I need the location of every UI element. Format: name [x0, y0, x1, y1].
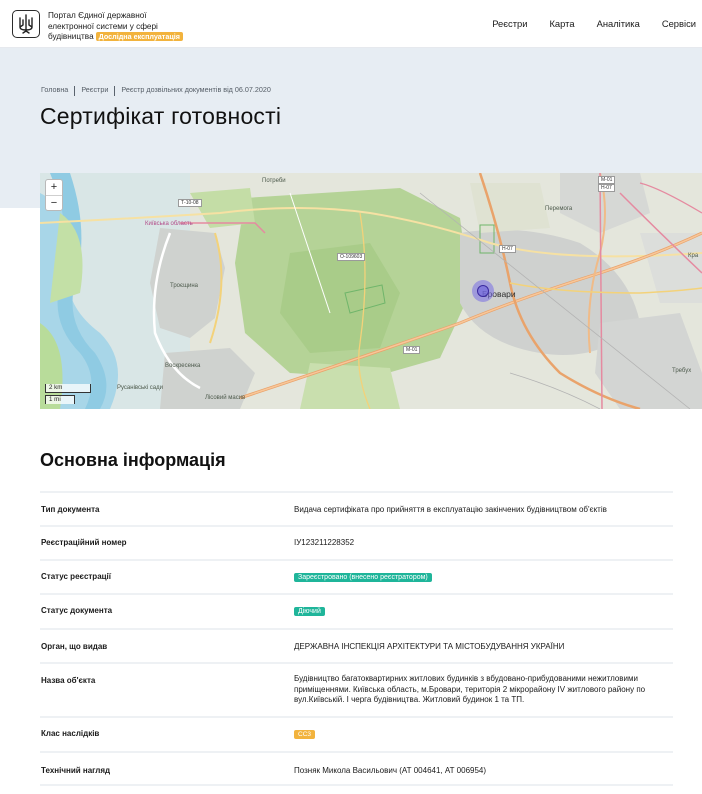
map-road-h07b: Н-07	[598, 184, 615, 192]
map-road-o109603: О-109603	[337, 253, 366, 261]
map-label-potrebi: Потреби	[262, 178, 286, 184]
info-row-reg-status: Статус реєстрації Зареєстровано (внесено…	[40, 559, 673, 593]
info-label: Статус реєстрації	[41, 572, 112, 581]
section-title-main-info: Основна інформація	[40, 450, 226, 470]
info-label: Реєстраційний номер	[41, 538, 127, 547]
info-row-doc-type: Тип документа Видача сертифіката про при…	[40, 491, 673, 525]
beta-badge: Дослідна експлуатація	[95, 32, 183, 41]
status-badge: Зареєстровано (внесено реєстратором)	[294, 573, 432, 582]
portal-title-line: Портал Єдиної державної	[48, 11, 147, 20]
map-scale-km: 2 km	[45, 384, 91, 393]
map-tiles	[40, 173, 702, 409]
info-row-reg-number: Реєстраційний номер IУ123211228352	[40, 525, 673, 559]
nav-item-analytics[interactable]: Аналітика	[597, 18, 640, 29]
breadcrumb-registries[interactable]: Реєстри	[81, 85, 108, 94]
info-label: Технічний нагляд	[41, 766, 111, 775]
map-road-m01: М-01	[403, 346, 421, 354]
info-value: Позняк Микола Васильович (АТ 004641, АТ …	[294, 766, 487, 775]
breadcrumb-current: Реєстр дозвільних документів від 06.07.2…	[121, 84, 271, 94]
site-header: Портал Єдиної державної електронної сист…	[0, 0, 702, 48]
nav-item-registries[interactable]: Реєстри	[492, 18, 527, 29]
map-road-m01-top: М-01	[598, 176, 616, 184]
map-label-krasylivka: Кра	[688, 253, 699, 259]
zoom-in-button[interactable]: +	[46, 180, 62, 195]
map-label-rusanivski-sady: Русанівські сади	[117, 385, 163, 391]
breadcrumb-home[interactable]: Головна	[41, 85, 68, 94]
map-label-lisovyi-masyv: Лісовий масив	[205, 395, 246, 401]
map-label-trebukhiv: Требух	[672, 368, 692, 374]
breadcrumb-separator	[74, 86, 76, 96]
map-scale-mi: 1 mi	[45, 395, 75, 404]
map-road-h07: Н-07	[499, 245, 516, 253]
location-map[interactable]: Потреби Київська область Троєщина Воскре…	[40, 173, 702, 409]
portal-title-line: будівництва	[48, 32, 94, 41]
portal-title[interactable]: Портал Єдиної державної електронної сист…	[48, 11, 198, 43]
info-value: Видача сертифіката про прийняття в експл…	[294, 505, 607, 514]
info-value: IУ123211228352	[294, 538, 355, 547]
info-label: Тип документа	[41, 505, 100, 514]
map-road-t1008: Т-10-08	[178, 199, 202, 207]
info-label: Назва об'єкта	[41, 676, 96, 685]
class-badge: СС3	[294, 730, 316, 739]
info-label: Орган, що видав	[41, 642, 108, 651]
breadcrumb-separator	[114, 86, 116, 96]
info-label: Статус документа	[41, 606, 113, 615]
map-location-marker[interactable]	[472, 280, 494, 302]
map-label-voskresenka: Воскресенка	[165, 363, 201, 369]
map-label-troieshchyna: Троєщина	[170, 283, 199, 289]
map-label-kyiv-oblast: Київська область	[145, 221, 193, 227]
nav-item-services[interactable]: Сервіси	[662, 18, 696, 29]
info-row-doc-status: Статус документа Діючий	[40, 593, 673, 628]
info-row-consequence-class: Клас наслідків СС3	[40, 716, 673, 751]
info-row-issuer: Орган, що видав ДЕРЖАВНА ІНСПЕКЦІЯ АРХІТ…	[40, 628, 673, 662]
zoom-out-button[interactable]: −	[46, 195, 62, 210]
map-label-peremoha: Перемога	[545, 206, 573, 212]
zoom-control: + −	[45, 179, 63, 211]
info-value: ДЕРЖАВНА ІНСПЕКЦІЯ АРХІТЕКТУРИ ТА МІСТОБ…	[294, 642, 565, 651]
info-row-object-name: Назва об'єкта Будівництво багатоквартирн…	[40, 662, 673, 716]
info-label: Клас наслідків	[41, 729, 100, 738]
breadcrumb: Головна Реєстри Реєстр дозвільних докуме…	[41, 84, 271, 96]
info-value: Будівництво багатоквартирних житлових бу…	[294, 674, 646, 704]
nav-item-map[interactable]: Карта	[549, 18, 574, 29]
info-table: Тип документа Видача сертифіката про при…	[40, 491, 673, 786]
page-title: Сертифікат готовності	[40, 103, 282, 129]
portal-title-line: електронної системи у сфері	[48, 21, 158, 31]
trident-icon[interactable]	[12, 10, 40, 38]
status-badge: Діючий	[294, 607, 325, 616]
info-row-tech-supervision: Технічний нагляд Позняк Микола Васильови…	[40, 751, 673, 786]
main-nav: Реєстри Карта Аналітика Сервіси	[492, 18, 696, 29]
